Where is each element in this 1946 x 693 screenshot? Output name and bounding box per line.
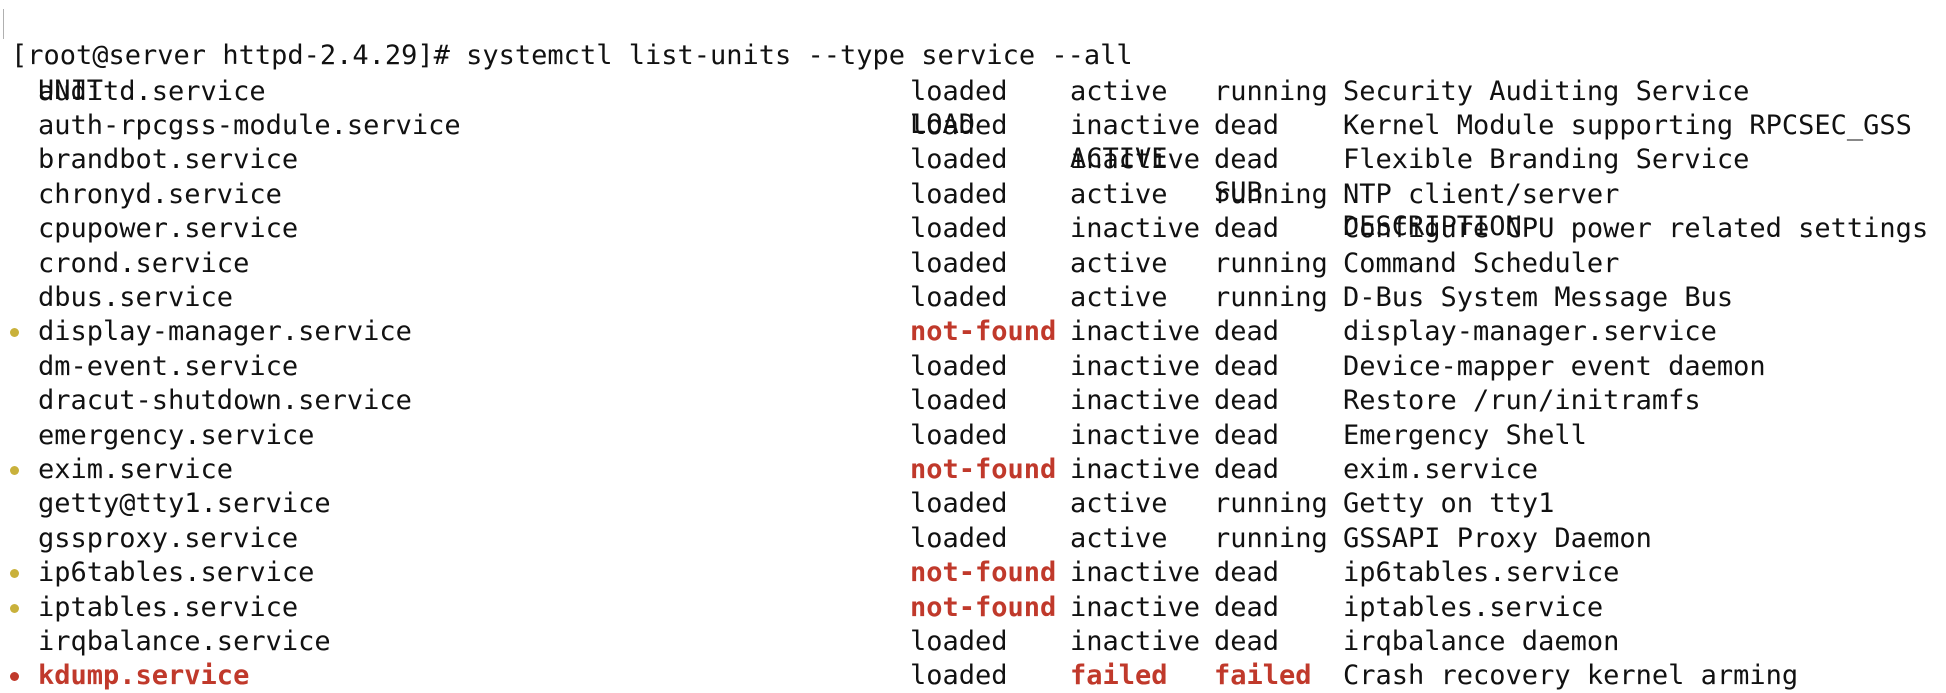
cell-active: active — [1070, 522, 1168, 554]
cell-active: inactive — [1070, 109, 1201, 141]
cell-description: NTP client/server — [1343, 178, 1620, 210]
cell-sub: running — [1214, 488, 1328, 520]
warning-dot-icon — [10, 569, 19, 579]
cell-active: inactive — [1070, 591, 1201, 623]
cell-description: Getty on tty1 — [1343, 488, 1555, 520]
cell-active: inactive — [1070, 316, 1201, 348]
cell-description: GSSAPI Proxy Daemon — [1343, 522, 1652, 554]
cell-load: loaded — [910, 178, 1008, 210]
cell-active: active — [1070, 75, 1168, 107]
cell-load: loaded — [910, 488, 1008, 520]
cell-active: inactive — [1070, 350, 1201, 382]
cell-active: active — [1070, 178, 1168, 210]
cell-sub: dead — [1214, 350, 1280, 382]
cell-unit: dracut-shutdown.service — [38, 385, 412, 417]
cell-load: loaded — [910, 109, 1008, 141]
cell-sub: dead — [1214, 591, 1280, 623]
cell-load: loaded — [910, 281, 1008, 313]
cell-unit: dbus.service — [38, 281, 234, 313]
cell-description: Security Auditing Service — [1343, 75, 1750, 107]
cell-sub: dead — [1214, 144, 1280, 176]
cell-load: loaded — [910, 213, 1008, 245]
cell-load: not-found — [910, 316, 1057, 348]
cell-sub: running — [1214, 178, 1328, 210]
cell-active: inactive — [1070, 453, 1201, 485]
warning-dot-icon — [10, 465, 19, 475]
cell-sub: dead — [1214, 109, 1280, 141]
cell-active: inactive — [1070, 144, 1201, 176]
cell-unit: ip6tables.service — [38, 557, 315, 589]
cell-active: active — [1070, 281, 1168, 313]
cell-unit: gssproxy.service — [38, 522, 299, 554]
cell-unit: iptables.service — [38, 591, 299, 623]
cell-description: Restore /run/initramfs — [1343, 385, 1701, 417]
cell-description: Command Scheduler — [1343, 247, 1620, 279]
cell-load: loaded — [910, 660, 1008, 692]
cell-unit: kdump.service — [38, 660, 250, 692]
cell-description: exim.service — [1343, 453, 1539, 485]
cell-sub: dead — [1214, 316, 1280, 348]
cell-load: loaded — [910, 144, 1008, 176]
cell-description: irqbalance daemon — [1343, 625, 1620, 657]
cell-sub: dead — [1214, 557, 1280, 589]
cell-load: loaded — [910, 75, 1008, 107]
cell-sub: running — [1214, 522, 1328, 554]
cell-load: loaded — [910, 385, 1008, 417]
cell-description: Configure CPU power related settings — [1343, 213, 1929, 245]
cell-active: inactive — [1070, 419, 1201, 451]
cell-active: failed — [1070, 660, 1168, 692]
failed-dot-icon — [10, 672, 19, 682]
cell-active: active — [1070, 247, 1168, 279]
cell-description: Kernel Module supporting RPCSEC_GSS — [1343, 109, 1912, 141]
cell-description: display-manager.service — [1343, 316, 1717, 348]
cell-description: Crash recovery kernel arming — [1343, 660, 1799, 692]
terminal-window[interactable]: [root@server httpd-2.4.29]# systemctl li… — [0, 0, 1946, 692]
cell-description: D-Bus System Message Bus — [1343, 281, 1734, 313]
cell-description: iptables.service — [1343, 591, 1604, 623]
cell-load: loaded — [910, 419, 1008, 451]
cell-sub: failed — [1214, 660, 1312, 692]
cell-sub: dead — [1214, 419, 1280, 451]
cell-unit: brandbot.service — [38, 144, 299, 176]
command-line: [root@server httpd-2.4.29]# systemctl li… — [0, 5, 1133, 71]
cell-unit: auditd.service — [38, 75, 266, 107]
cell-sub: dead — [1214, 213, 1280, 245]
cell-unit: cpupower.service — [38, 213, 299, 245]
cell-unit: display-manager.service — [38, 316, 412, 348]
cell-active: inactive — [1070, 557, 1201, 589]
cell-load: loaded — [910, 350, 1008, 382]
cell-unit: dm-event.service — [38, 350, 299, 382]
cell-sub: dead — [1214, 625, 1280, 657]
cell-unit: getty@tty1.service — [38, 488, 331, 520]
cell-unit: exim.service — [38, 453, 234, 485]
cell-description: Flexible Branding Service — [1343, 144, 1750, 176]
cell-unit: irqbalance.service — [38, 625, 331, 657]
cell-description: Device-mapper event daemon — [1343, 350, 1766, 382]
cell-sub: running — [1214, 247, 1328, 279]
cell-sub: dead — [1214, 385, 1280, 417]
cell-unit: chronyd.service — [38, 178, 282, 210]
table-header: UNIT LOAD ACTIVE SUB DESCRIPTION — [0, 40, 1522, 242]
shell-prompt: [root@server httpd-2.4.29]# systemctl li… — [11, 40, 1133, 71]
warning-dot-icon — [10, 603, 19, 613]
cell-description: ip6tables.service — [1343, 557, 1620, 589]
cell-active: inactive — [1070, 213, 1201, 245]
cell-active: active — [1070, 488, 1168, 520]
cell-load: not-found — [910, 453, 1057, 485]
cell-sub: running — [1214, 281, 1328, 313]
cell-unit: auth-rpcgss-module.service — [38, 109, 461, 141]
cell-load: loaded — [910, 247, 1008, 279]
cell-load: loaded — [910, 522, 1008, 554]
cell-sub: running — [1214, 75, 1328, 107]
cell-sub: dead — [1214, 453, 1280, 485]
cell-load: loaded — [910, 625, 1008, 657]
cell-active: inactive — [1070, 385, 1201, 417]
cell-load: not-found — [910, 591, 1057, 623]
warning-dot-icon — [10, 328, 19, 338]
cell-load: not-found — [910, 557, 1057, 589]
cell-unit: emergency.service — [38, 419, 315, 451]
cell-unit: crond.service — [38, 247, 250, 279]
cell-active: inactive — [1070, 625, 1201, 657]
cell-description: Emergency Shell — [1343, 419, 1587, 451]
